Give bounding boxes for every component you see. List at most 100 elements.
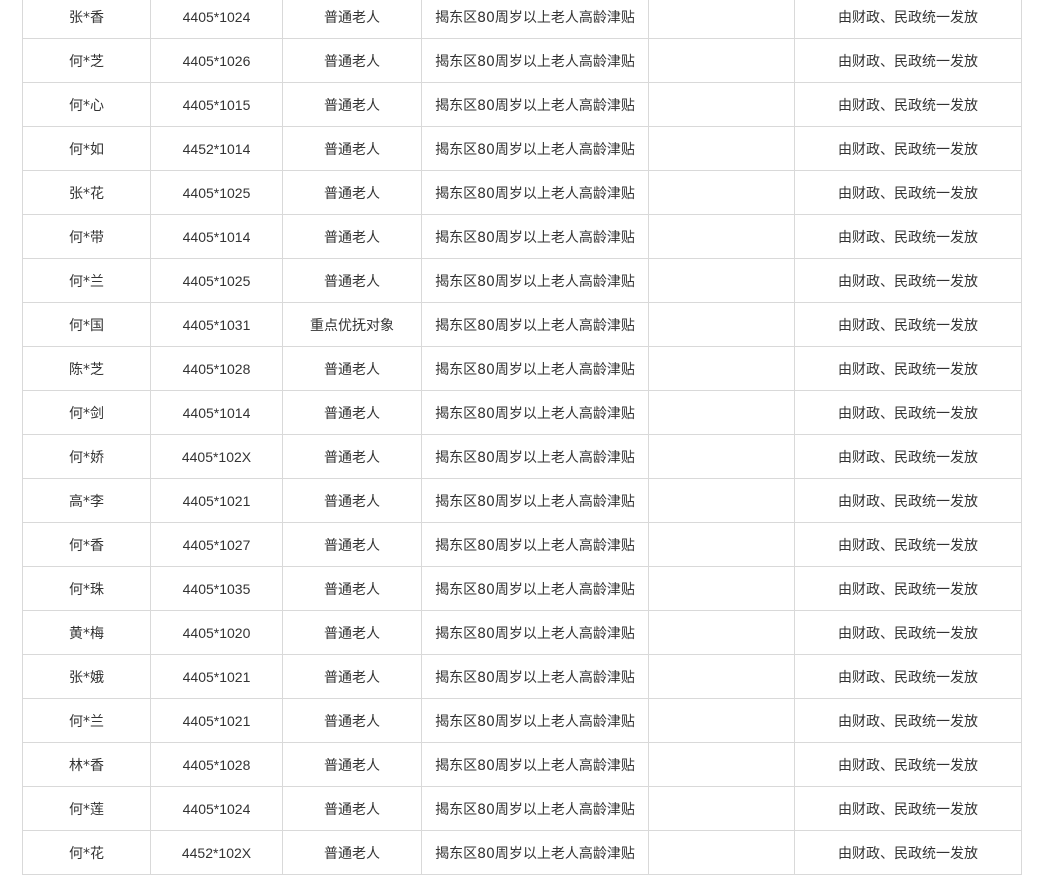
payment-method-cell: 由财政、民政统一发放 xyxy=(794,786,1022,831)
note-cell xyxy=(648,170,795,215)
recipient-name-cell: 何*国 xyxy=(22,302,151,347)
category-cell: 普通老人 xyxy=(282,214,422,259)
payment-method-cell: 由财政、民政统一发放 xyxy=(794,610,1022,655)
recipient-name-cell: 何*花 xyxy=(22,830,151,875)
recipient-name-cell: 张*香 xyxy=(22,0,151,39)
recipient-name-cell: 何*带 xyxy=(22,214,151,259)
subsidy-type-cell: 揭东区80周岁以上老人高龄津贴 xyxy=(421,302,649,347)
note-cell xyxy=(648,522,795,567)
category-cell: 普通老人 xyxy=(282,126,422,171)
category-cell: 普通老人 xyxy=(282,390,422,435)
payment-method-cell: 由财政、民政统一发放 xyxy=(794,478,1022,523)
note-cell xyxy=(648,214,795,259)
category-cell: 普通老人 xyxy=(282,0,422,39)
table-row: 何*兰 4405*1021 普通老人 揭东区80周岁以上老人高龄津贴 由财政、民政统一发… xyxy=(22,698,1022,743)
category-cell: 普通老人 xyxy=(282,346,422,391)
subsidy-type-cell: 揭东区80周岁以上老人高龄津贴 xyxy=(421,522,649,567)
note-cell xyxy=(648,478,795,523)
payment-method-cell: 由财政、民政统一发放 xyxy=(794,654,1022,699)
category-cell: 普通老人 xyxy=(282,434,422,479)
category-cell: 普通老人 xyxy=(282,830,422,875)
payment-method-cell: 由财政、民政统一发放 xyxy=(794,258,1022,303)
id-number-cell: 4405*1021 xyxy=(150,698,283,743)
note-cell xyxy=(648,786,795,831)
subsidy-type-cell: 揭东区80周岁以上老人高龄津贴 xyxy=(421,0,649,39)
note-cell xyxy=(648,742,795,787)
payment-method-cell: 由财政、民政统一发放 xyxy=(794,830,1022,875)
category-cell: 普通老人 xyxy=(282,654,422,699)
subsidy-type-cell: 揭东区80周岁以上老人高龄津贴 xyxy=(421,610,649,655)
subsidy-type-cell: 揭东区80周岁以上老人高龄津贴 xyxy=(421,434,649,479)
recipient-name-cell: 陈*芝 xyxy=(22,346,151,391)
payment-method-cell: 由财政、民政统一发放 xyxy=(794,126,1022,171)
subsidy-table-container: 张*香 4405*1024 普通老人 揭东区80周岁以上老人高龄津贴 由财政、民政统一发… xyxy=(22,0,1022,875)
recipient-name-cell: 张*娥 xyxy=(22,654,151,699)
table-row: 高*李 4405*1021 普通老人 揭东区80周岁以上老人高龄津贴 由财政、民政统一发… xyxy=(22,478,1022,523)
id-number-cell: 4452*102X xyxy=(150,830,283,875)
recipient-name-cell: 何*如 xyxy=(22,126,151,171)
payment-method-cell: 由财政、民政统一发放 xyxy=(794,38,1022,83)
payment-method-cell: 由财政、民政统一发放 xyxy=(794,522,1022,567)
note-cell xyxy=(648,698,795,743)
payment-method-cell: 由财政、民政统一发放 xyxy=(794,346,1022,391)
id-number-cell: 4405*1021 xyxy=(150,654,283,699)
recipient-name-cell: 何*剑 xyxy=(22,390,151,435)
table-row: 何*如 4452*1014 普通老人 揭东区80周岁以上老人高龄津贴 由财政、民政统一发… xyxy=(22,126,1022,171)
recipient-name-cell: 林*香 xyxy=(22,742,151,787)
recipient-name-cell: 何*芝 xyxy=(22,38,151,83)
id-number-cell: 4405*1024 xyxy=(150,786,283,831)
id-number-cell: 4405*102X xyxy=(150,434,283,479)
table-row: 何*娇 4405*102X 普通老人 揭东区80周岁以上老人高龄津贴 由财政、民政统一发… xyxy=(22,434,1022,479)
table-row: 何*芝 4405*1026 普通老人 揭东区80周岁以上老人高龄津贴 由财政、民政统一发… xyxy=(22,38,1022,83)
subsidy-type-cell: 揭东区80周岁以上老人高龄津贴 xyxy=(421,82,649,127)
payment-method-cell: 由财政、民政统一发放 xyxy=(794,170,1022,215)
note-cell xyxy=(648,38,795,83)
note-cell xyxy=(648,82,795,127)
subsidy-type-cell: 揭东区80周岁以上老人高龄津贴 xyxy=(421,786,649,831)
note-cell xyxy=(648,654,795,699)
subsidy-type-cell: 揭东区80周岁以上老人高龄津贴 xyxy=(421,170,649,215)
subsidy-type-cell: 揭东区80周岁以上老人高龄津贴 xyxy=(421,38,649,83)
payment-method-cell: 由财政、民政统一发放 xyxy=(794,698,1022,743)
id-number-cell: 4405*1014 xyxy=(150,214,283,259)
table-row: 何*心 4405*1015 普通老人 揭东区80周岁以上老人高龄津贴 由财政、民政统一发… xyxy=(22,82,1022,127)
payment-method-cell: 由财政、民政统一发放 xyxy=(794,0,1022,39)
payment-method-cell: 由财政、民政统一发放 xyxy=(794,434,1022,479)
id-number-cell: 4405*1028 xyxy=(150,346,283,391)
recipient-name-cell: 黄*梅 xyxy=(22,610,151,655)
recipient-name-cell: 何*珠 xyxy=(22,566,151,611)
category-cell: 普通老人 xyxy=(282,566,422,611)
id-number-cell: 4405*1025 xyxy=(150,170,283,215)
category-cell: 普通老人 xyxy=(282,38,422,83)
id-number-cell: 4405*1025 xyxy=(150,258,283,303)
recipient-name-cell: 何*香 xyxy=(22,522,151,567)
payment-method-cell: 由财政、民政统一发放 xyxy=(794,302,1022,347)
note-cell xyxy=(648,830,795,875)
category-cell: 重点优抚对象 xyxy=(282,302,422,347)
table-body: 张*香 4405*1024 普通老人 揭东区80周岁以上老人高龄津贴 由财政、民政统一发… xyxy=(22,0,1022,875)
subsidy-type-cell: 揭东区80周岁以上老人高龄津贴 xyxy=(421,654,649,699)
table-row: 何*剑 4405*1014 普通老人 揭东区80周岁以上老人高龄津贴 由财政、民政统一发… xyxy=(22,390,1022,435)
table-row: 张*花 4405*1025 普通老人 揭东区80周岁以上老人高龄津贴 由财政、民政统一发… xyxy=(22,170,1022,215)
note-cell xyxy=(648,566,795,611)
table-row: 何*莲 4405*1024 普通老人 揭东区80周岁以上老人高龄津贴 由财政、民政统一发… xyxy=(22,786,1022,831)
payment-method-cell: 由财政、民政统一发放 xyxy=(794,742,1022,787)
recipient-name-cell: 何*莲 xyxy=(22,786,151,831)
payment-method-cell: 由财政、民政统一发放 xyxy=(794,214,1022,259)
note-cell xyxy=(648,390,795,435)
id-number-cell: 4405*1027 xyxy=(150,522,283,567)
category-cell: 普通老人 xyxy=(282,786,422,831)
id-number-cell: 4405*1021 xyxy=(150,478,283,523)
id-number-cell: 4405*1035 xyxy=(150,566,283,611)
note-cell xyxy=(648,302,795,347)
subsidy-type-cell: 揭东区80周岁以上老人高龄津贴 xyxy=(421,830,649,875)
id-number-cell: 4405*1014 xyxy=(150,390,283,435)
table-row: 陈*芝 4405*1028 普通老人 揭东区80周岁以上老人高龄津贴 由财政、民政统一发… xyxy=(22,346,1022,391)
table-row: 何*带 4405*1014 普通老人 揭东区80周岁以上老人高龄津贴 由财政、民政统一发… xyxy=(22,214,1022,259)
note-cell xyxy=(648,0,795,39)
table-row: 何*珠 4405*1035 普通老人 揭东区80周岁以上老人高龄津贴 由财政、民政统一发… xyxy=(22,566,1022,611)
id-number-cell: 4405*1015 xyxy=(150,82,283,127)
table-row: 林*香 4405*1028 普通老人 揭东区80周岁以上老人高龄津贴 由财政、民政统一发… xyxy=(22,742,1022,787)
category-cell: 普通老人 xyxy=(282,82,422,127)
category-cell: 普通老人 xyxy=(282,742,422,787)
